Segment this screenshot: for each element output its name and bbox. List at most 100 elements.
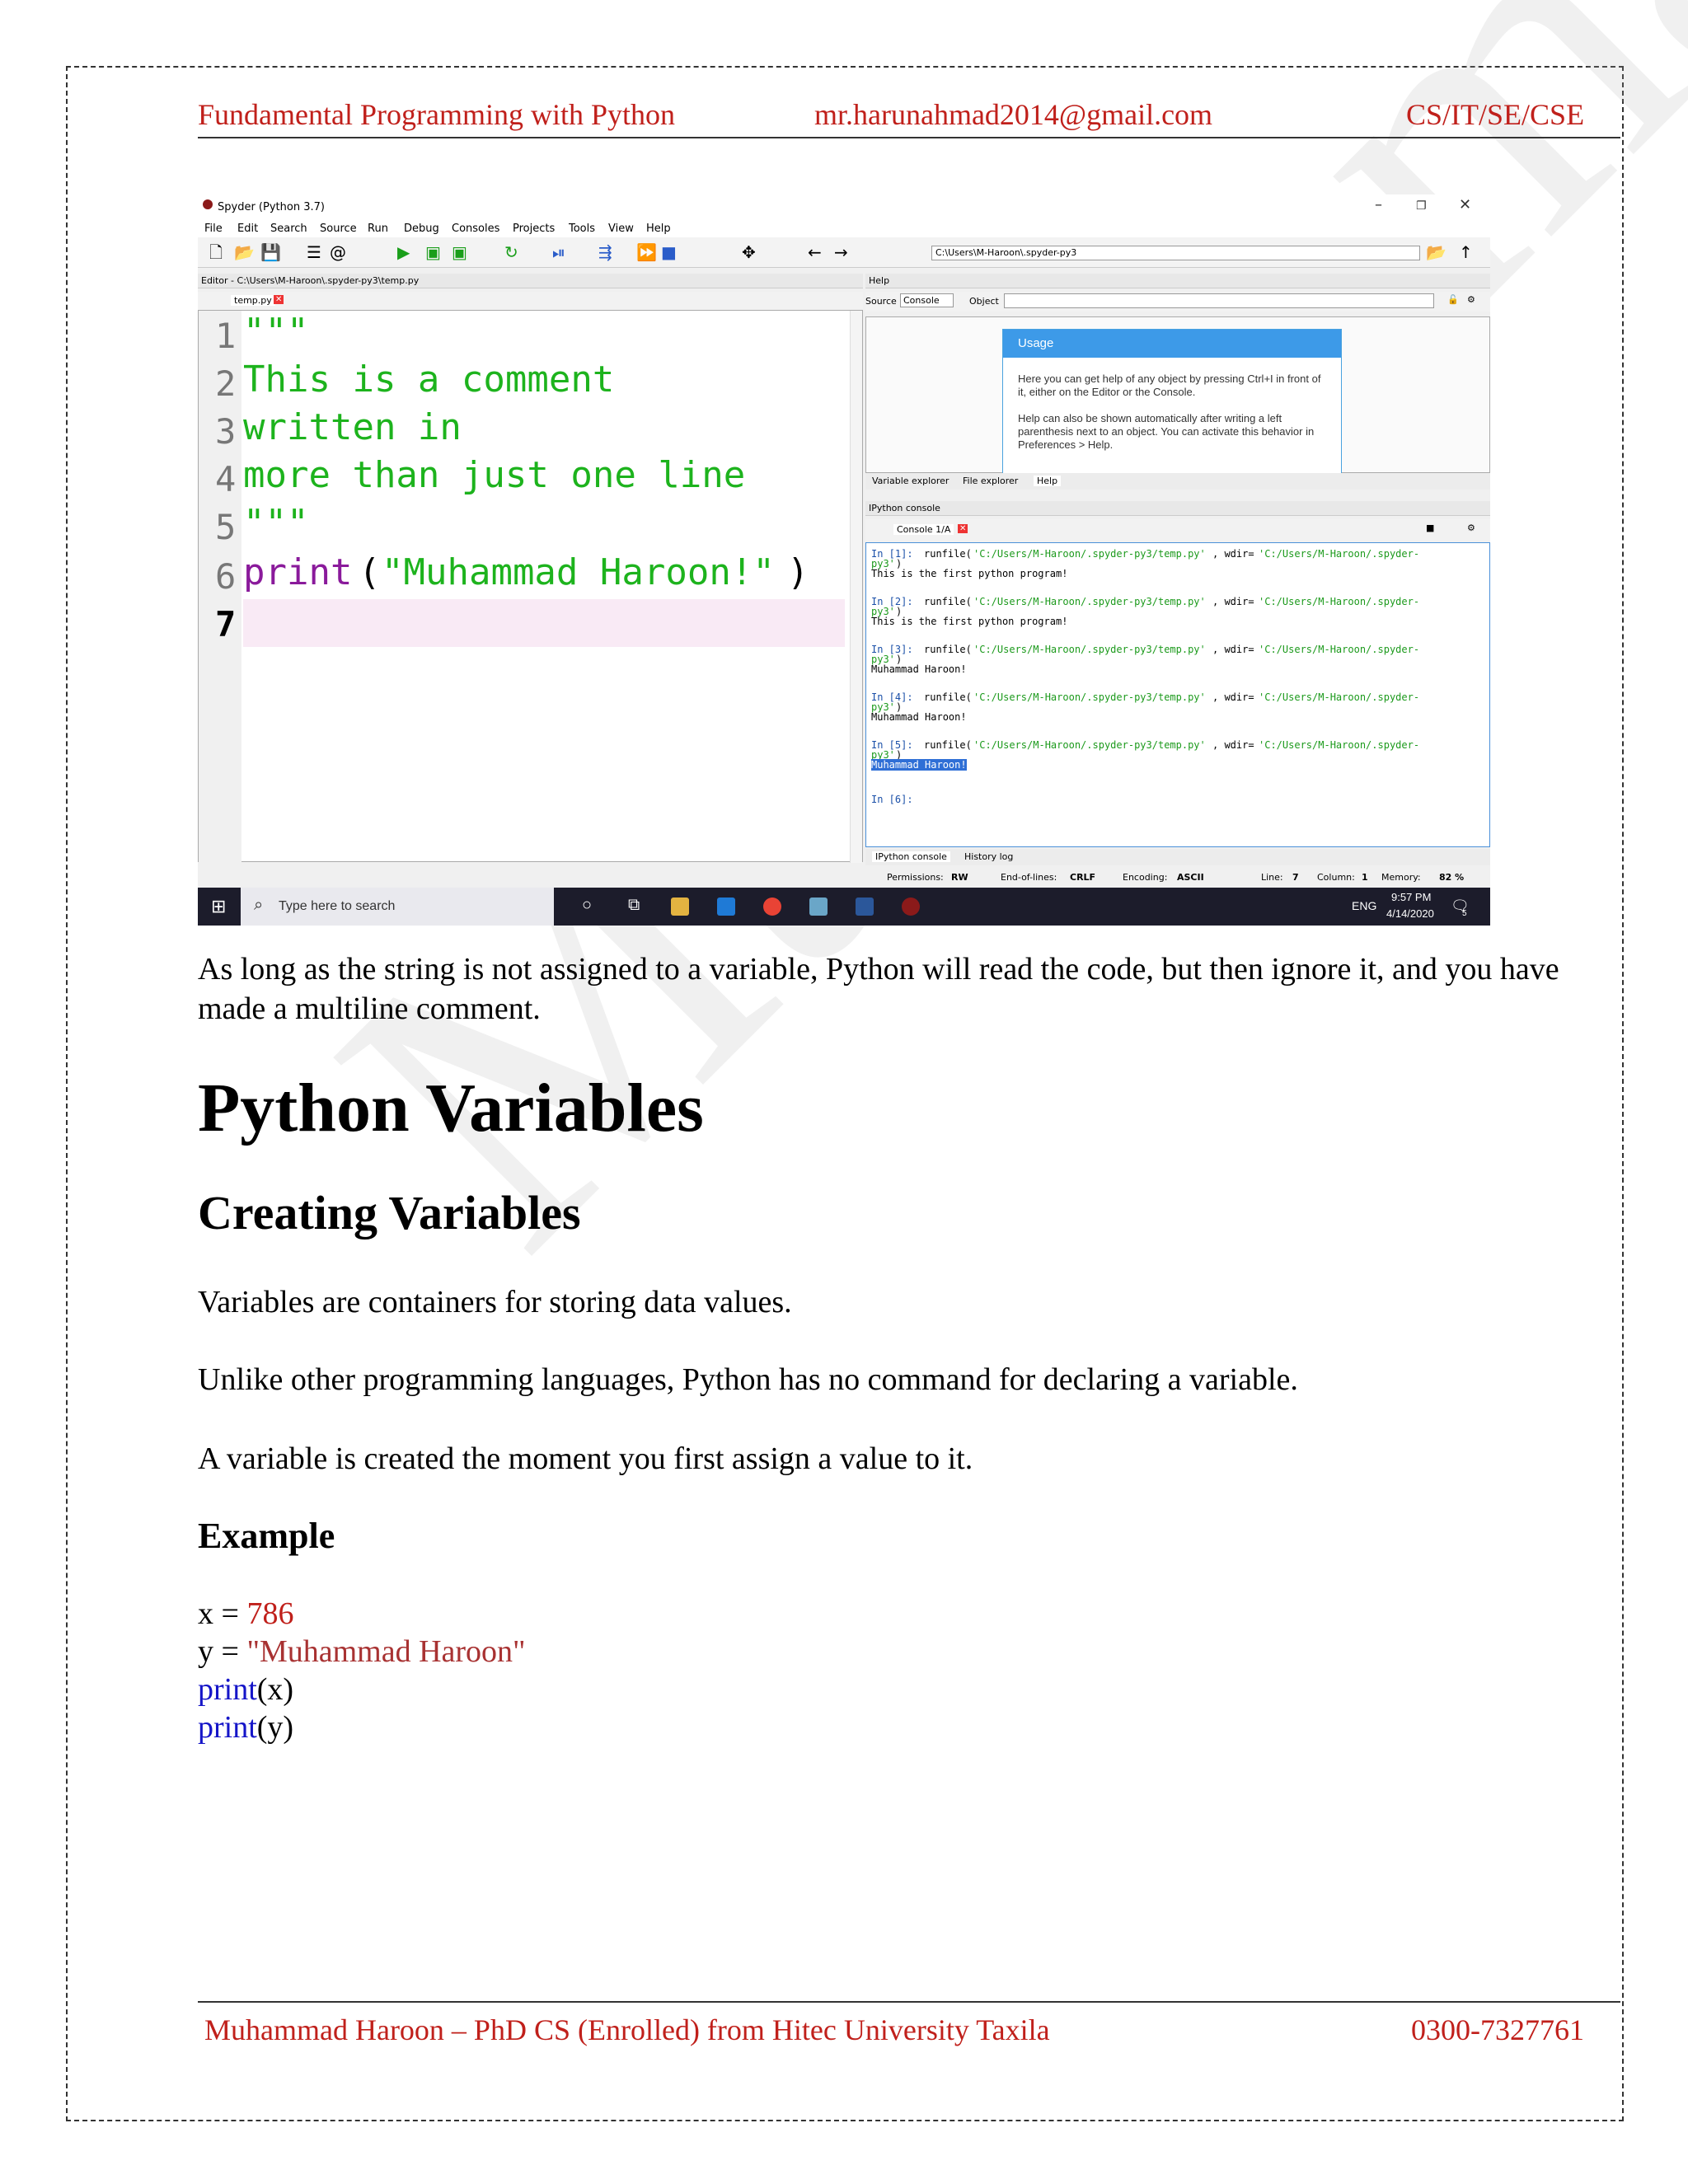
stop-console-icon[interactable]: ■	[1426, 523, 1434, 533]
header-title: Fundamental Programming with Python	[198, 98, 675, 131]
debug-icon[interactable]: ⏯	[552, 244, 565, 260]
list-icon[interactable]: ☰	[307, 244, 321, 260]
open-file-icon[interactable]: 📂	[234, 244, 255, 260]
console-gear-icon[interactable]: ⚙	[1467, 523, 1475, 533]
example-line-print-y: print(y)	[198, 1709, 293, 1746]
console-arg2: 'C:/Users/M-Haroon/.spyder-	[1259, 691, 1420, 703]
console-prompt-current[interactable]: In [6]:	[871, 794, 913, 805]
status-memory-label: Memory:	[1381, 872, 1421, 883]
example-print-arg: (y)	[256, 1710, 294, 1745]
windows-start-icon[interactable]: ⊞	[211, 896, 226, 917]
editor-pane-title: Editor - C:\Users\M-Haroon\.spyder-py3\t…	[198, 274, 863, 288]
menu-help[interactable]: Help	[646, 223, 671, 235]
lock-icon[interactable]: 🔓	[1447, 294, 1459, 305]
tab-file-explorer[interactable]: File explorer	[963, 476, 1018, 486]
gear-icon[interactable]: ⚙	[1467, 294, 1475, 305]
run-icon[interactable]: ▶	[397, 244, 410, 260]
browse-folder-icon[interactable]: 📂	[1426, 244, 1447, 260]
code-editor[interactable]: 1 2 3 4 5 6 7 """ This is a comment writ…	[198, 310, 863, 863]
console-arg2: 'C:/Users/M-Haroon/.spyder-	[1259, 739, 1420, 751]
example-print-keyword: print	[198, 1672, 257, 1707]
maximize-pane-icon[interactable]: ✥	[742, 244, 756, 260]
usage-box: Usage Here you can get help of any objec…	[1002, 329, 1342, 476]
menu-debug[interactable]: Debug	[404, 223, 439, 235]
menu-view[interactable]: View	[608, 223, 634, 235]
close-tab-icon[interactable]: ✕	[274, 295, 284, 304]
menu-projects[interactable]: Projects	[513, 223, 555, 235]
clock-time[interactable]: 9:57 PM	[1391, 891, 1431, 903]
help-source-select[interactable]: Console	[900, 293, 954, 307]
menu-edit[interactable]: Edit	[237, 223, 258, 235]
new-file-icon[interactable]: 🗋	[209, 244, 223, 260]
restore-icon[interactable]: ❐	[1416, 199, 1427, 213]
example-print-keyword: print	[198, 1710, 257, 1745]
run-cell-advance-icon[interactable]: ▣	[452, 244, 467, 260]
header-course: CS/IT/SE/CSE	[1406, 98, 1585, 131]
forward-arrow-icon[interactable]: →	[834, 244, 848, 260]
clock-date[interactable]: 4/14/2020	[1386, 907, 1434, 920]
rerun-icon[interactable]: ↻	[504, 244, 518, 260]
tab-variable-explorer[interactable]: Variable explorer	[872, 476, 949, 486]
back-arrow-icon[interactable]: ←	[808, 244, 822, 260]
code-print-keyword: print	[243, 551, 353, 593]
line-number: 5	[215, 507, 237, 547]
example-line-print-x: print(x)	[198, 1671, 293, 1708]
editor-scrollbar[interactable]	[850, 311, 862, 863]
ime-lang[interactable]: ENG	[1352, 899, 1376, 912]
close-icon[interactable]: ✕	[1459, 196, 1471, 213]
help-panel: Usage Here you can get help of any objec…	[865, 316, 1490, 476]
menu-run[interactable]: Run	[368, 223, 388, 235]
menu-source[interactable]: Source	[320, 223, 357, 235]
search-icon: ⌕	[254, 896, 264, 914]
menu-consoles[interactable]: Consoles	[452, 223, 499, 235]
ipython-console[interactable]: In [1]: runfile('C:/Users/M-Haroon/.spyd…	[865, 542, 1490, 847]
help-pane-title: Help	[865, 274, 1490, 288]
taskbar-search[interactable]: ⌕ Type here to search	[241, 888, 554, 926]
minimize-icon[interactable]: –	[1375, 196, 1382, 213]
continue-icon[interactable]: ⏩	[636, 244, 657, 260]
status-column: 1	[1362, 872, 1368, 883]
parent-dir-icon[interactable]: ↑	[1459, 244, 1473, 260]
chrome-icon[interactable]	[763, 898, 781, 916]
working-directory-input[interactable]: C:\Users\M-Haroon\.spyder-py3	[931, 246, 1420, 260]
help-toolbar: Source Console Object 🔓 ⚙	[865, 292, 1490, 312]
paragraph-1: Variables are containers for storing dat…	[198, 1285, 792, 1319]
line-number: 2	[215, 363, 237, 404]
step-icon[interactable]: ⇶	[598, 244, 612, 260]
console-wdir: , wdir=	[1212, 739, 1254, 751]
console-wdir: , wdir=	[1212, 644, 1254, 655]
console-wdir: , wdir=	[1212, 548, 1254, 560]
status-bar: Permissions: RW End-of-lines: CRLF Encod…	[865, 869, 1490, 887]
example-x-value: 786	[246, 1596, 294, 1631]
code-paren-close: )	[787, 551, 809, 593]
run-cell-icon[interactable]: ▣	[425, 244, 441, 260]
heading-python-variables: Python Variables	[198, 1070, 704, 1146]
menu-search[interactable]: Search	[270, 223, 307, 235]
file-explorer-icon[interactable]	[671, 898, 689, 916]
tab-ipython-console[interactable]: IPython console	[872, 851, 950, 862]
menu-file[interactable]: File	[204, 223, 223, 235]
stop-icon[interactable]: ■	[661, 244, 677, 260]
help-object-input[interactable]	[1004, 293, 1434, 308]
tab-history-log[interactable]: History log	[964, 851, 1013, 862]
at-icon[interactable]: @	[330, 244, 346, 260]
task-view-icon[interactable]: ⧉	[628, 896, 640, 915]
taskbar-search-placeholder: Type here to search	[279, 899, 396, 913]
notification-count: 5	[1462, 909, 1467, 918]
word-icon[interactable]	[856, 898, 874, 916]
save-icon[interactable]: 💾	[260, 244, 281, 260]
status-encoding-label: Encoding:	[1123, 872, 1168, 883]
console-arg: 'C:/Users/M-Haroon/.spyder-py3/temp.py'	[973, 691, 1206, 703]
code-line: written in	[243, 406, 462, 448]
edge-icon[interactable]	[717, 898, 735, 916]
close-console-icon[interactable]: ✕	[958, 524, 968, 533]
cortana-icon[interactable]: ○	[582, 896, 592, 915]
editor-tab-temp[interactable]: temp.py	[231, 295, 275, 306]
spyder-taskbar-icon[interactable]	[902, 898, 920, 916]
console-output: Muhammad Haroon!	[871, 711, 967, 723]
console-tab[interactable]: Console 1/A	[893, 524, 954, 535]
app-icon[interactable]	[809, 898, 828, 916]
menu-tools[interactable]: Tools	[569, 223, 595, 235]
code-line: more than just one line	[243, 454, 746, 496]
tab-help[interactable]: Help	[1034, 476, 1062, 486]
